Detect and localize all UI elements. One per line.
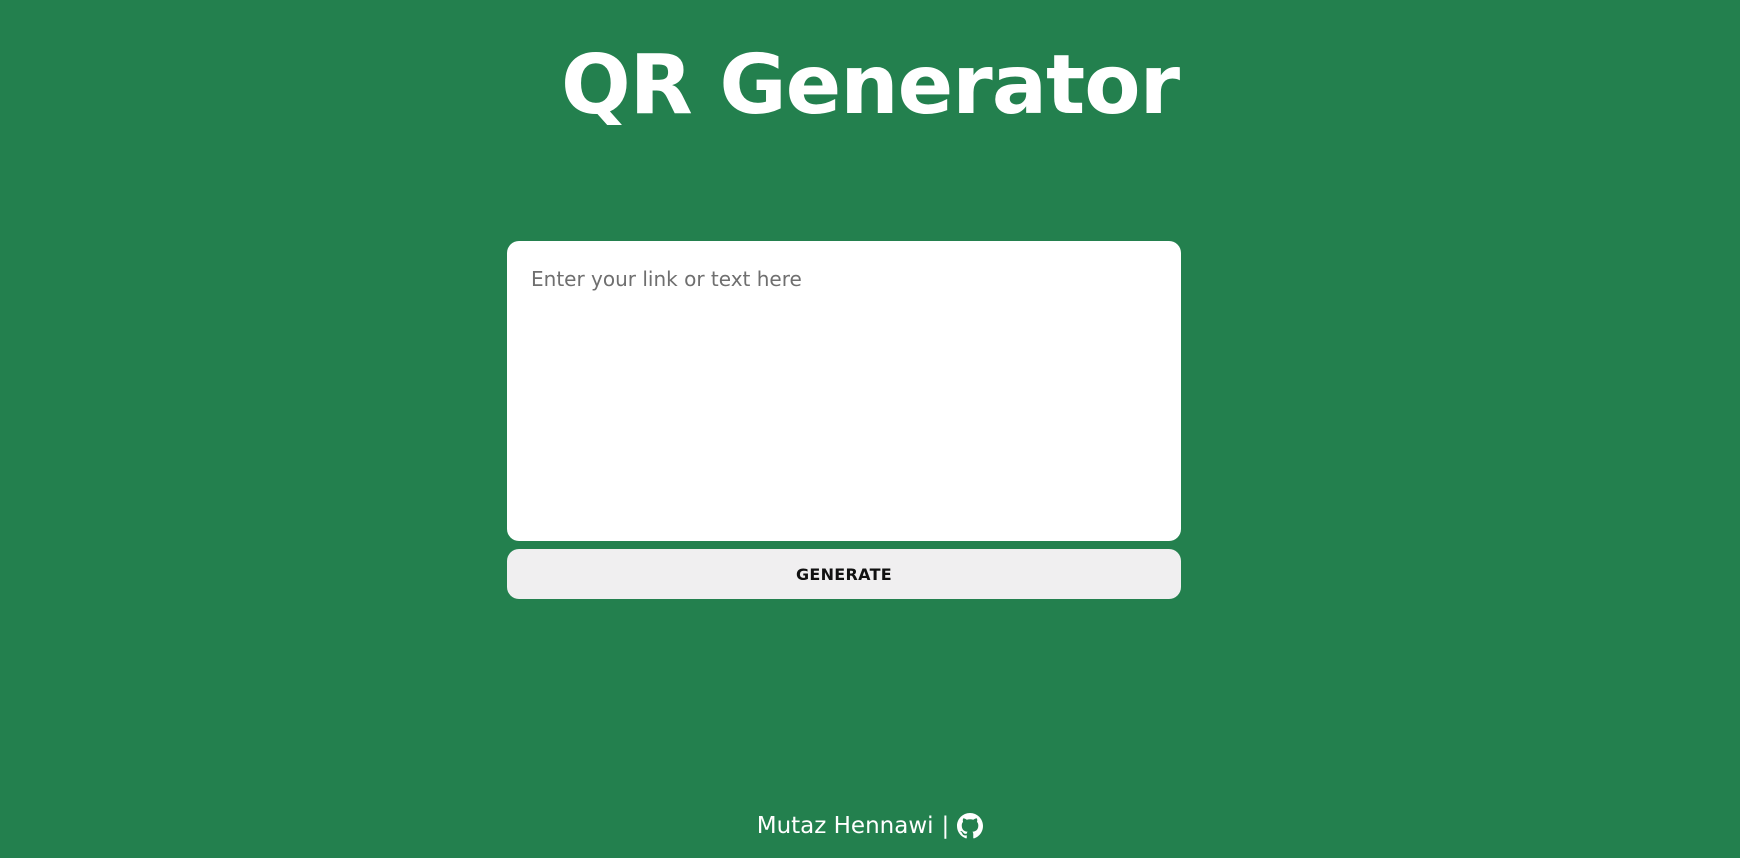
github-icon xyxy=(957,813,984,839)
generate-button[interactable]: GENERATE xyxy=(507,549,1181,599)
link-text-input[interactable] xyxy=(507,241,1181,541)
author-name: Mutaz Hennawi xyxy=(756,813,934,839)
qr-form: GENERATE xyxy=(507,241,1181,599)
github-link[interactable] xyxy=(957,813,984,839)
footer: Mutaz Hennawi | xyxy=(0,810,1740,842)
footer-separator: | xyxy=(941,813,950,839)
page-title: QR Generator xyxy=(560,38,1180,133)
